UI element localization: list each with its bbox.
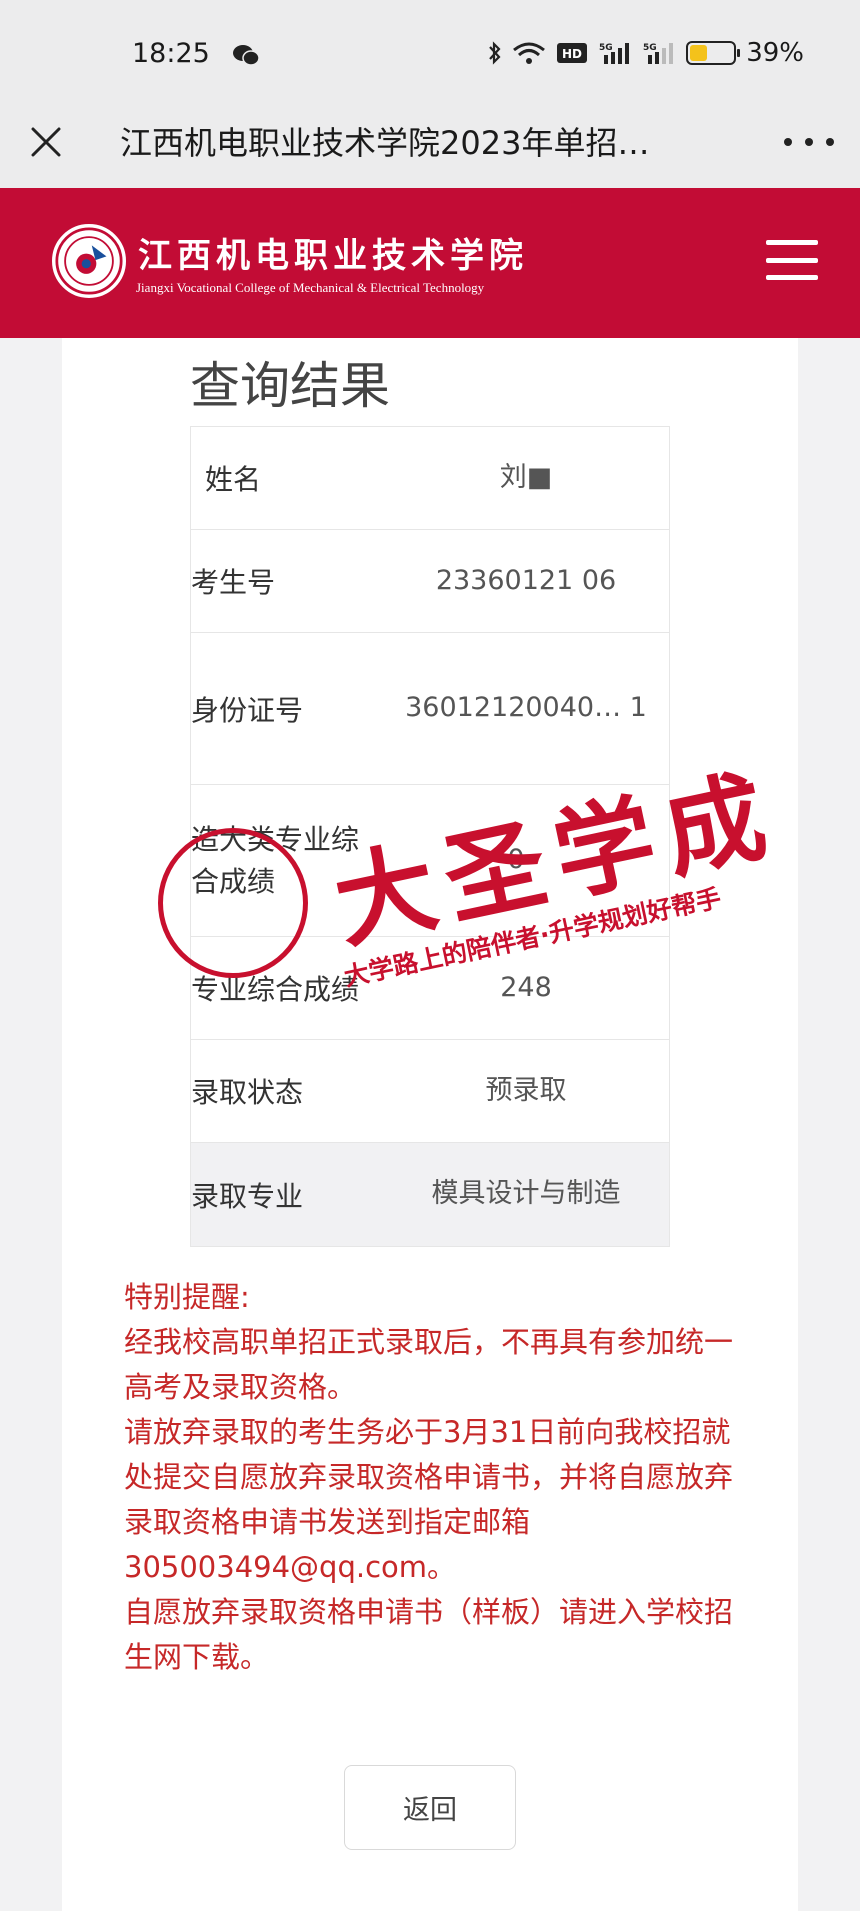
table-row: 录取专业 模具设计与制造: [191, 1143, 669, 1246]
more-dot: [784, 138, 792, 146]
battery-icon: [686, 41, 741, 65]
notice-heading: 特别提醒:: [124, 1280, 250, 1314]
row-value: 预录取: [485, 1074, 567, 1106]
menu-line: [766, 275, 818, 280]
menu-line: [766, 240, 818, 245]
svg-text:HD: HD: [562, 47, 582, 61]
table-row: 姓名 刘■: [191, 427, 669, 530]
college-name-en: Jiangxi Vocational College of Mechanical…: [136, 280, 485, 295]
row-label: 造大类专业综合成绩: [191, 822, 360, 898]
row-label: 专业综合成绩: [191, 973, 360, 1006]
row-value: 模具设计与制造: [431, 1178, 621, 1210]
close-icon: [31, 127, 61, 157]
close-button[interactable]: [22, 118, 70, 166]
svg-text:5G: 5G: [643, 43, 657, 53]
bluetooth-icon: [489, 41, 501, 65]
more-dot: [826, 138, 834, 146]
hamburger-menu-button[interactable]: [766, 240, 818, 280]
more-button[interactable]: [784, 130, 834, 154]
table-row: 专业综合成绩 248: [191, 937, 669, 1040]
site-header: 江西机电职业技术学院 Jiangxi Vocational College of…: [0, 188, 860, 338]
special-notice: 特别提醒: 经我校高职单招正式录取后，不再具有参加统一高考及录取资格。 请放弃录…: [124, 1275, 744, 1680]
notice-paragraph: 经我校高职单招正式录取后，不再具有参加统一高考及录取资格。: [124, 1325, 734, 1404]
table-row: 考生号 23360121 06: [191, 530, 669, 633]
row-label: 录取状态: [191, 1076, 304, 1109]
notice-paragraph: 自愿放弃录取资格申请书（样板）请进入学校招生网下载。: [124, 1595, 734, 1674]
row-value: 刘■: [499, 461, 553, 493]
table-row: 身份证号 36012120040… 1: [191, 633, 669, 785]
svg-text:5G: 5G: [599, 43, 613, 53]
page-title-bar-text: 江西机电职业技术学院2023年单招…: [120, 124, 650, 162]
signal-5g-icon: 5G: [599, 43, 630, 64]
row-label: 身份证号: [191, 693, 304, 727]
more-dot: [805, 138, 813, 146]
college-name-cn: 江西机电职业技术学院: [138, 236, 528, 276]
wechat-icon: [233, 45, 260, 66]
battery-percent: 39%: [746, 38, 804, 68]
menu-line: [766, 257, 818, 263]
table-row: 造大类专业综合成绩 0: [191, 785, 669, 937]
college-logo[interactable]: [52, 224, 126, 298]
title-bar: 江西机电职业技术学院2023年单招…: [0, 100, 860, 188]
status-time: 18:25: [132, 38, 210, 69]
row-value: 248: [500, 971, 552, 1003]
row-label: 姓名: [205, 463, 262, 496]
row-label: 考生号: [191, 566, 276, 599]
page-title: 查询结果: [190, 357, 390, 415]
wifi-icon: [513, 42, 546, 64]
row-label: 录取专业: [191, 1179, 304, 1213]
hd-icon: HD: [557, 43, 588, 63]
status-icons: HD 5G 5G 39%: [488, 38, 804, 68]
row-value: 36012120040… 1: [405, 692, 647, 724]
result-table: 姓名 刘■ 考生号 23360121 06 身份证号 36012120040… …: [190, 426, 670, 1247]
status-bar: 18:25 HD 5G 5G 39%: [0, 0, 860, 100]
signal-5g-icon: 5G: [643, 43, 674, 64]
row-value: 0: [507, 844, 525, 876]
notice-paragraph: 请放弃录取的考生务必于3月31日前向我校招就处提交自愿放弃录取资格申请书，并将自…: [124, 1415, 734, 1584]
battery-fill: [690, 45, 707, 61]
row-value: 23360121 06: [435, 564, 617, 596]
back-button[interactable]: 返回: [344, 1765, 516, 1850]
table-row: 录取状态 预录取: [191, 1040, 669, 1143]
